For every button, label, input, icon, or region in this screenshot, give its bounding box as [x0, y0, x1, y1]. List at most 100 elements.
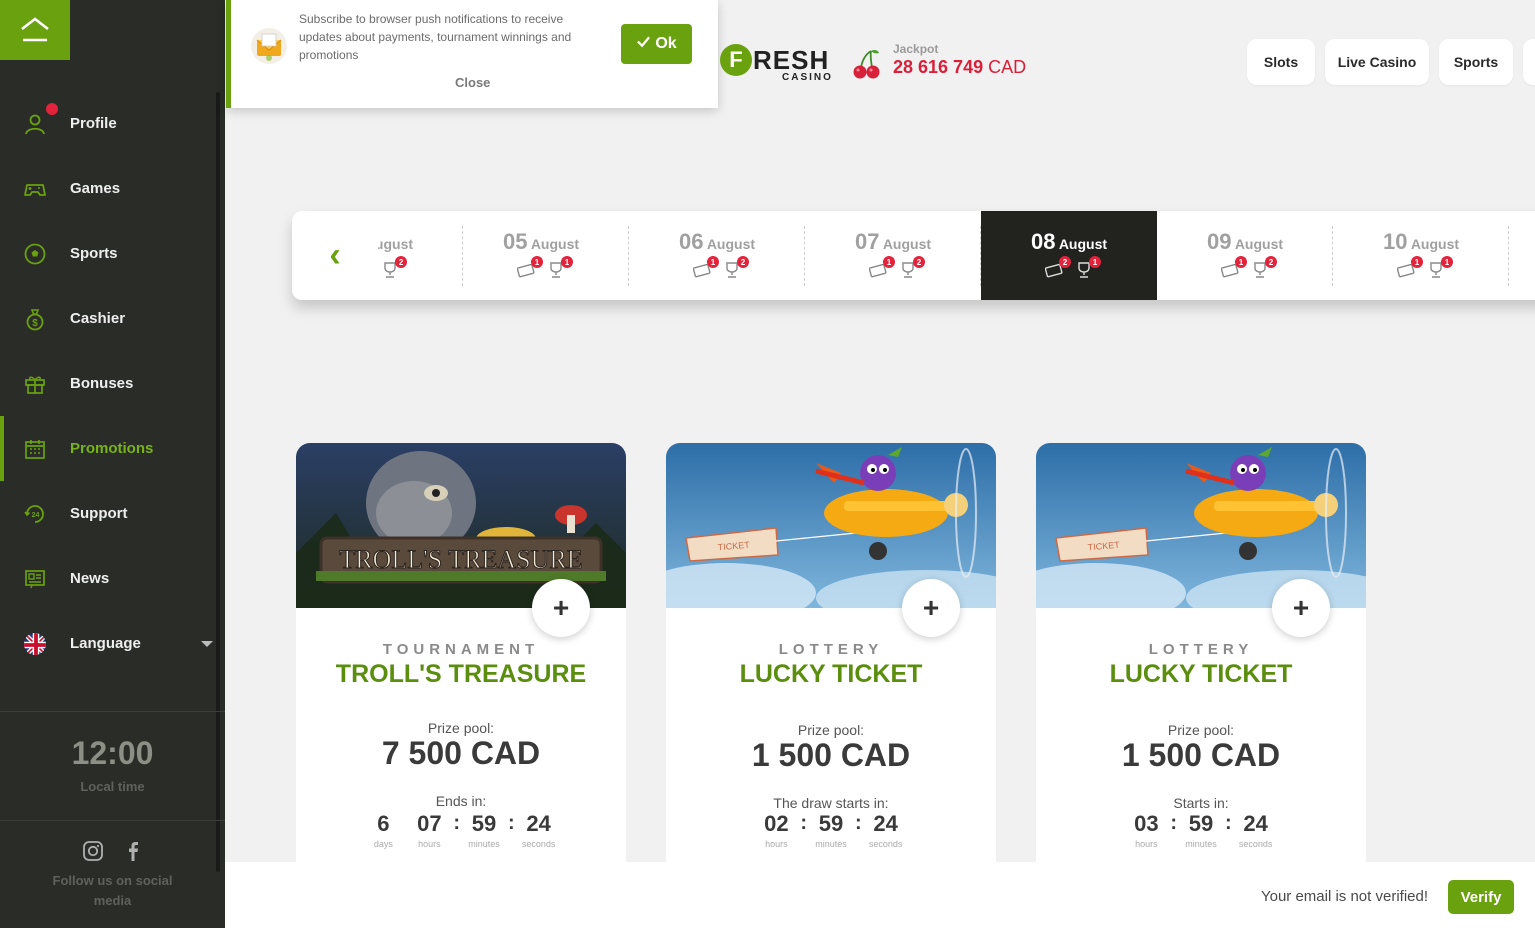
- timer-hours-label: hours: [1135, 839, 1158, 849]
- calendar-day[interactable]: 04 August 2 2: [378, 211, 463, 300]
- promo-card-lottery[interactable]: TICKET + LOTTERY LUCKY TICKET Prize pool…: [666, 443, 996, 873]
- timer-hours: 07: [417, 811, 442, 836]
- sidebar-item-label: Language: [70, 635, 141, 652]
- facebook-icon[interactable]: [122, 840, 144, 867]
- calendar-track: 04 August 2 2 05 August 1 1 06 August 1 …: [378, 211, 1535, 300]
- day-month: August: [378, 236, 414, 252]
- nav-slots-button[interactable]: Slots: [1247, 39, 1315, 85]
- timer-seconds-label: seconds: [868, 839, 903, 849]
- ticket-count-badge: 2: [1059, 256, 1071, 268]
- day-number: 05: [502, 229, 528, 254]
- promo-card-lottery[interactable]: TICKET + LOTTERY LUCKY TICKET Prize pool…: [1036, 443, 1366, 873]
- calendar-day[interactable]: 10 August 1 1: [1333, 211, 1509, 300]
- ticket-icon: 2: [1044, 256, 1071, 278]
- prize-pool-value: 1 500 CAD: [751, 737, 911, 773]
- cherry-icon: [853, 49, 880, 79]
- trophy-icon: 1: [1427, 256, 1453, 278]
- expand-plus-button[interactable]: +: [1272, 579, 1330, 637]
- nav-live-casino-button[interactable]: Live Casino: [1325, 39, 1429, 85]
- promo-type: LOTTERY: [1148, 641, 1254, 658]
- ticket-count-badge: 1: [883, 256, 895, 268]
- chevron-down-icon[interactable]: [201, 641, 213, 647]
- calendar-day[interactable]: 07 August 1 2: [805, 211, 981, 300]
- day-month: August: [706, 236, 756, 252]
- trophy-icon: 2: [899, 256, 925, 278]
- ticket-count-badge: 1: [531, 256, 543, 268]
- divider: [0, 820, 225, 821]
- timer-seconds: 24: [873, 811, 898, 836]
- day-number: 10: [1382, 229, 1408, 254]
- uk-flag-icon: [22, 631, 48, 657]
- timer-hours: 03: [1134, 811, 1159, 836]
- sidebar-item-support[interactable]: 24 Support: [0, 481, 225, 546]
- trophy-count-badge: 1: [561, 256, 573, 268]
- nav-more-button[interactable]: [1523, 39, 1535, 85]
- prize-pool-label: Prize pool:: [1167, 722, 1235, 738]
- timer-label: Ends in:: [435, 793, 487, 809]
- instagram-icon[interactable]: [82, 840, 104, 867]
- sidebar-nav: Profile Games Sports $ Cashier Bonuses P…: [0, 91, 225, 676]
- verify-button[interactable]: Verify: [1448, 880, 1514, 914]
- trophy-count-badge: 2: [1265, 256, 1277, 268]
- sidebar-item-profile[interactable]: Profile: [0, 91, 225, 156]
- ticket-icon: 1: [692, 256, 719, 278]
- timer-minutes: 59: [471, 811, 497, 836]
- calendar-day-selected[interactable]: 08 August 2 1: [981, 211, 1157, 300]
- svg-text:$: $: [32, 318, 38, 329]
- sidebar-item-news[interactable]: News: [0, 546, 225, 611]
- day-number: 09: [1206, 229, 1232, 254]
- nav-sports-button[interactable]: Sports: [1439, 39, 1513, 85]
- calendar-day[interactable]: 05 August 1 1: [453, 211, 629, 300]
- timer-hours: 02: [764, 811, 789, 836]
- sidebar-item-label: Sports: [70, 245, 118, 262]
- chevron-left-icon[interactable]: ‹: [292, 211, 378, 300]
- social-links: [0, 840, 225, 867]
- fresh-casino-logo[interactable]: F RESH CASINO: [720, 44, 831, 83]
- sidebar-item-games[interactable]: Games: [0, 156, 225, 221]
- sidebar-item-sports[interactable]: Sports: [0, 221, 225, 286]
- expand-plus-button[interactable]: +: [532, 579, 590, 637]
- email-verification-bar: Your email is not verified! Verify: [225, 862, 1535, 928]
- day-number: 06: [678, 229, 704, 254]
- trophy-count-badge: 1: [1089, 256, 1101, 268]
- home-button[interactable]: [0, 0, 70, 60]
- prize-pool-value: 1 500 CAD: [1121, 737, 1281, 773]
- envelope-icon: [251, 28, 287, 64]
- promo-title: TROLL'S TREASURE: [335, 660, 587, 688]
- email-not-verified-message: Your email is not verified!: [1260, 888, 1428, 905]
- expand-plus-button[interactable]: +: [902, 579, 960, 637]
- timer-separator: :: [855, 812, 862, 834]
- social-label: Follow us on social media: [52, 873, 173, 908]
- top-nav: Slots Live Casino Sports: [1247, 39, 1535, 85]
- promo-title: LUCKY TICKET: [739, 660, 923, 688]
- sidebar-item-cashier[interactable]: $ Cashier: [0, 286, 225, 351]
- trophy-icon: 1: [547, 256, 573, 278]
- day-month: August: [1234, 236, 1284, 252]
- push-close-button[interactable]: Close: [455, 75, 490, 90]
- divider: [0, 711, 225, 712]
- ticket-icon: 1: [868, 256, 895, 278]
- sidebar-item-label: Cashier: [70, 310, 126, 327]
- calendar-day[interactable]: 09 August 1 2: [1157, 211, 1333, 300]
- jackpot-label: Jackpot: [893, 42, 939, 56]
- promo-card-tournament[interactable]: TROLL'S TREASURE + TOURNAMENT TROLL'S TR…: [296, 443, 626, 873]
- promo-title: LUCKY TICKET: [1109, 660, 1293, 688]
- gamepad-icon: [22, 176, 48, 202]
- calendar-day[interactable]: 06 August 1 2: [629, 211, 805, 300]
- day-month: August: [1058, 236, 1108, 252]
- day-number: 08: [1030, 229, 1056, 254]
- ticket-icon: 1: [1220, 256, 1247, 278]
- timer-minutes-label: minutes: [815, 839, 847, 849]
- push-ok-button[interactable]: Ok: [621, 24, 692, 64]
- timer-separator: :: [1225, 812, 1232, 834]
- sidebar-item-promotions[interactable]: Promotions: [0, 416, 225, 481]
- sidebar-item-language[interactable]: Language: [0, 611, 225, 676]
- check-icon: [636, 34, 651, 54]
- logo-subtitle: CASINO: [782, 72, 833, 83]
- ticket-icon: 1: [516, 256, 543, 278]
- timer-seconds-label: seconds: [1238, 839, 1273, 849]
- day-number: 07: [854, 229, 880, 254]
- sidebar-item-bonuses[interactable]: Bonuses: [0, 351, 225, 416]
- soccer-ball-icon: [22, 241, 48, 267]
- timer-minutes-label: minutes: [468, 839, 500, 849]
